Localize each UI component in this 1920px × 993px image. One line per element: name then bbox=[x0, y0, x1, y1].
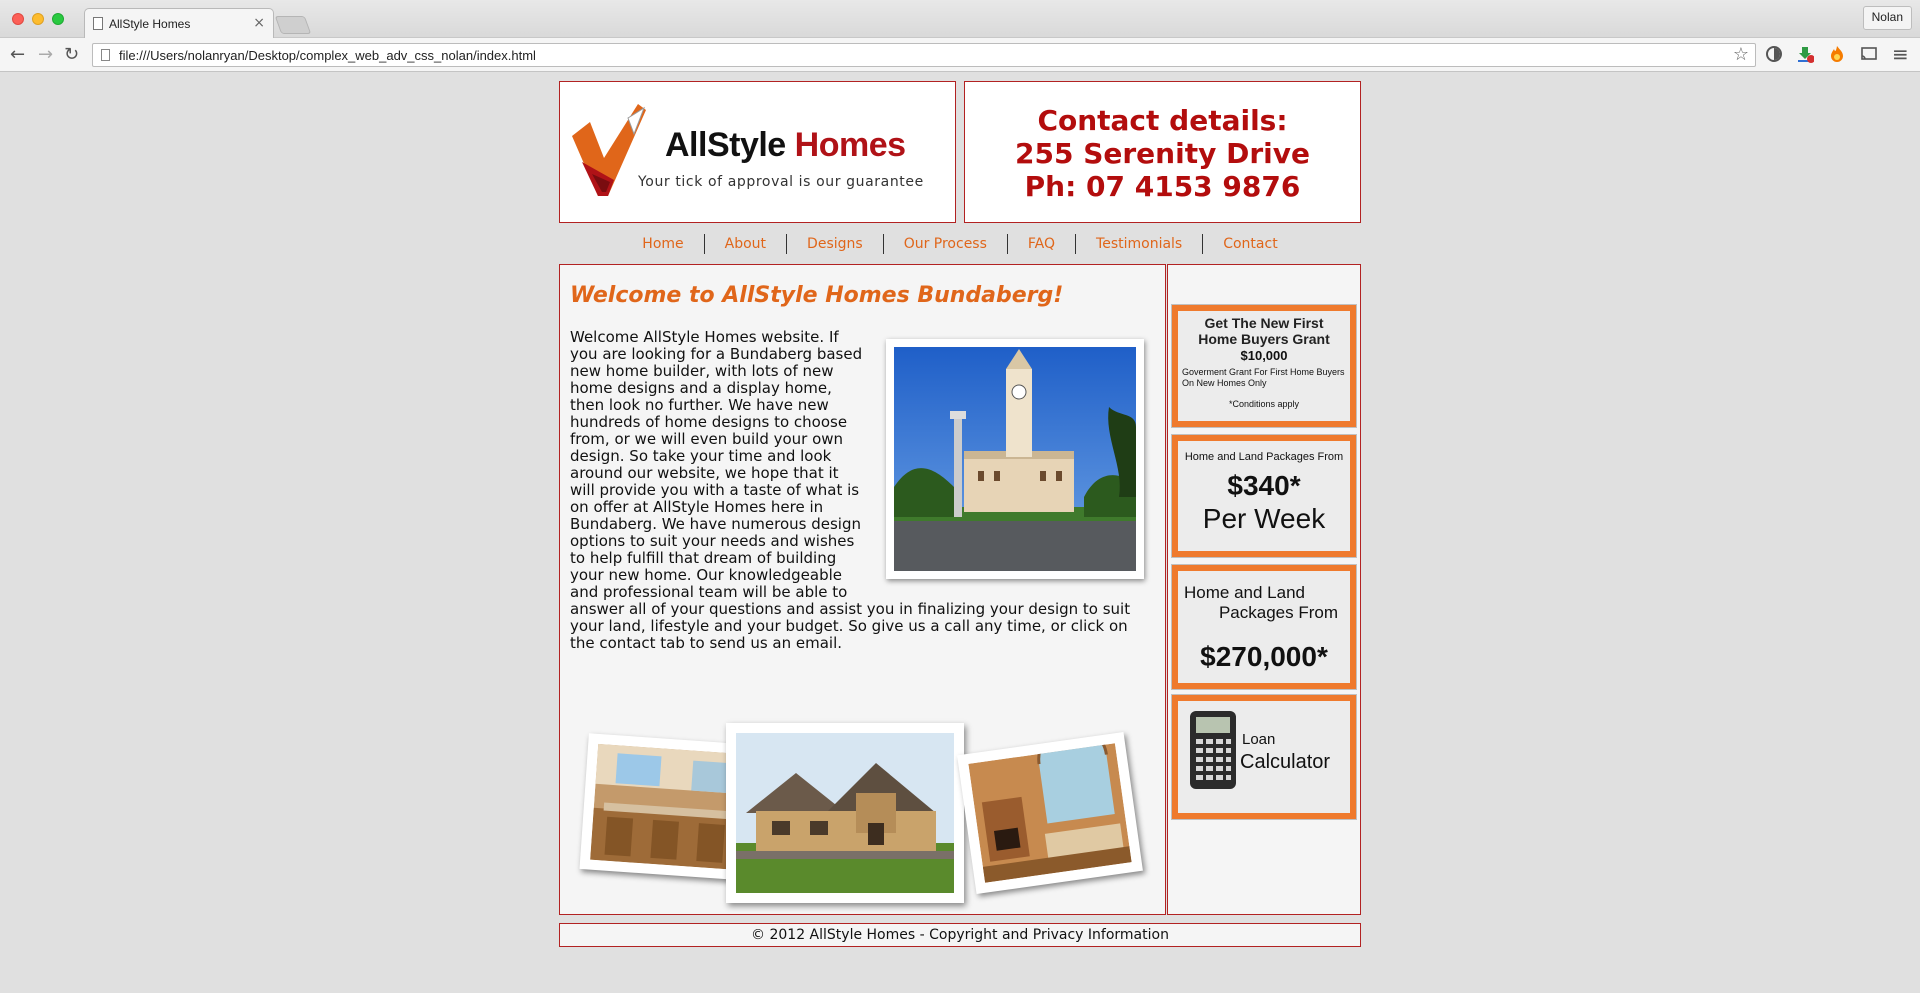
nav-about[interactable]: About bbox=[703, 234, 786, 254]
nav-our-process[interactable]: Our Process bbox=[882, 234, 1007, 254]
tab-title: AllStyle Homes bbox=[109, 17, 191, 31]
page-icon bbox=[93, 17, 103, 30]
living-room-photo bbox=[957, 723, 1143, 895]
nav-contact[interactable]: Contact bbox=[1202, 234, 1297, 254]
clock-tower-image bbox=[894, 347, 1136, 571]
package-price-ad[interactable]: Home and Land Packages From $270,000* bbox=[1171, 564, 1357, 690]
footer-text: © 2012 AllStyle Homes - Copyright and Pr… bbox=[751, 927, 1169, 943]
grant-ad-line2: Home Buyers Grant bbox=[1198, 331, 1330, 347]
back-arrow-icon[interactable]: ← bbox=[10, 44, 25, 65]
nav-home[interactable]: Home bbox=[622, 234, 703, 254]
nav-designs[interactable]: Designs bbox=[786, 234, 883, 254]
weekly-ad-heading: Home and Land Packages From bbox=[1184, 451, 1344, 463]
contact-heading: Contact details: bbox=[1037, 104, 1288, 137]
house-exterior-photo bbox=[726, 723, 964, 903]
logo-word-homes: Homes bbox=[794, 126, 906, 164]
profile-button[interactable]: Nolan bbox=[1862, 6, 1912, 30]
nav-faq[interactable]: FAQ bbox=[1006, 234, 1075, 254]
browser-toolbar: ← → ↻ file:///Users/nolanryan/Desktop/co… bbox=[0, 38, 1920, 72]
logo-panel: AllStyle Homes Your tick of approval is … bbox=[559, 81, 956, 223]
download-icon[interactable] bbox=[1796, 45, 1814, 63]
weekly-ad-price: $340* bbox=[1227, 470, 1301, 501]
town-hall-photo bbox=[886, 339, 1144, 579]
first-home-grant-ad[interactable]: Get The New First Home Buyers Grant $10,… bbox=[1171, 304, 1357, 428]
grant-ad-description: Goverment Grant For First Home Buyers On… bbox=[1182, 367, 1345, 388]
browser-tab-active[interactable]: AllStyle Homes × bbox=[84, 8, 274, 38]
contact-phone: Ph: 07 4153 9876 bbox=[1024, 170, 1301, 203]
grant-ad-line1: Get The New First bbox=[1204, 315, 1324, 331]
footer: © 2012 AllStyle Homes - Copyright and Pr… bbox=[559, 923, 1361, 947]
main-content: Welcome to AllStyle Homes Bundaberg! Wel… bbox=[559, 264, 1166, 915]
grant-ad-note: *Conditions apply bbox=[1228, 399, 1300, 409]
logo-wordmark[interactable]: AllStyle Homes bbox=[665, 126, 906, 165]
flame-extension-icon[interactable] bbox=[1828, 45, 1846, 63]
new-tab-button[interactable] bbox=[274, 16, 312, 34]
intro-section: Welcome AllStyle Homes website. If you a… bbox=[570, 329, 1156, 652]
extension-shield-icon[interactable] bbox=[1765, 45, 1783, 63]
forward-arrow-icon[interactable]: → bbox=[38, 44, 53, 65]
house-photo-collage bbox=[576, 723, 1156, 908]
living-room-image bbox=[968, 723, 1132, 883]
package-ad-line1: Home and Land bbox=[1184, 583, 1305, 602]
logo-tagline: Your tick of approval is our guarantee bbox=[638, 174, 924, 190]
loan-calculator-ad[interactable]: Loan Calculator bbox=[1171, 694, 1357, 820]
bookmark-star-icon[interactable]: ☆ bbox=[1733, 44, 1749, 65]
package-ad-price: $270,000* bbox=[1200, 641, 1328, 672]
calculator-icon bbox=[1190, 711, 1236, 789]
close-window-button[interactable] bbox=[12, 13, 24, 25]
weekly-package-ad[interactable]: Home and Land Packages From $340* Per We… bbox=[1171, 434, 1357, 558]
contact-address: 255 Serenity Drive bbox=[1015, 137, 1310, 170]
menu-icon[interactable]: ≡ bbox=[1892, 42, 1909, 66]
sidebar: Get The New First Home Buyers Grant $10,… bbox=[1167, 264, 1361, 915]
contact-panel: Contact details: 255 Serenity Drive Ph: … bbox=[964, 81, 1361, 223]
address-bar[interactable]: file:///Users/nolanryan/Desktop/complex_… bbox=[92, 43, 1756, 67]
house-exterior-image bbox=[736, 733, 954, 893]
loan-ad-line1: Loan bbox=[1242, 731, 1276, 748]
page-icon bbox=[101, 49, 110, 61]
browser-tab-strip: AllStyle Homes × Nolan bbox=[0, 0, 1920, 38]
page-viewport: AllStyle Homes Your tick of approval is … bbox=[0, 73, 1920, 993]
grant-ad-amount: $10,000 bbox=[1240, 348, 1288, 363]
maximize-window-button[interactable] bbox=[52, 13, 64, 25]
minimize-window-button[interactable] bbox=[32, 13, 44, 25]
reload-icon[interactable]: ↻ bbox=[64, 44, 79, 65]
loan-ad-line2: Calculator bbox=[1240, 751, 1331, 773]
bathroom-image bbox=[590, 743, 748, 871]
url-text[interactable]: file:///Users/nolanryan/Desktop/complex_… bbox=[119, 48, 536, 63]
tab-close-icon[interactable]: × bbox=[253, 15, 265, 31]
weekly-ad-period: Per Week bbox=[1202, 503, 1326, 534]
page-title: Welcome to AllStyle Homes Bundaberg! bbox=[570, 283, 1064, 308]
cast-icon[interactable] bbox=[1860, 45, 1878, 63]
nav-testimonials[interactable]: Testimonials bbox=[1075, 234, 1202, 254]
main-nav: Home About Designs Our Process FAQ Testi… bbox=[559, 229, 1361, 259]
logo-word-allstyle: AllStyle bbox=[665, 126, 786, 164]
package-ad-line2: Packages From bbox=[1218, 603, 1338, 622]
